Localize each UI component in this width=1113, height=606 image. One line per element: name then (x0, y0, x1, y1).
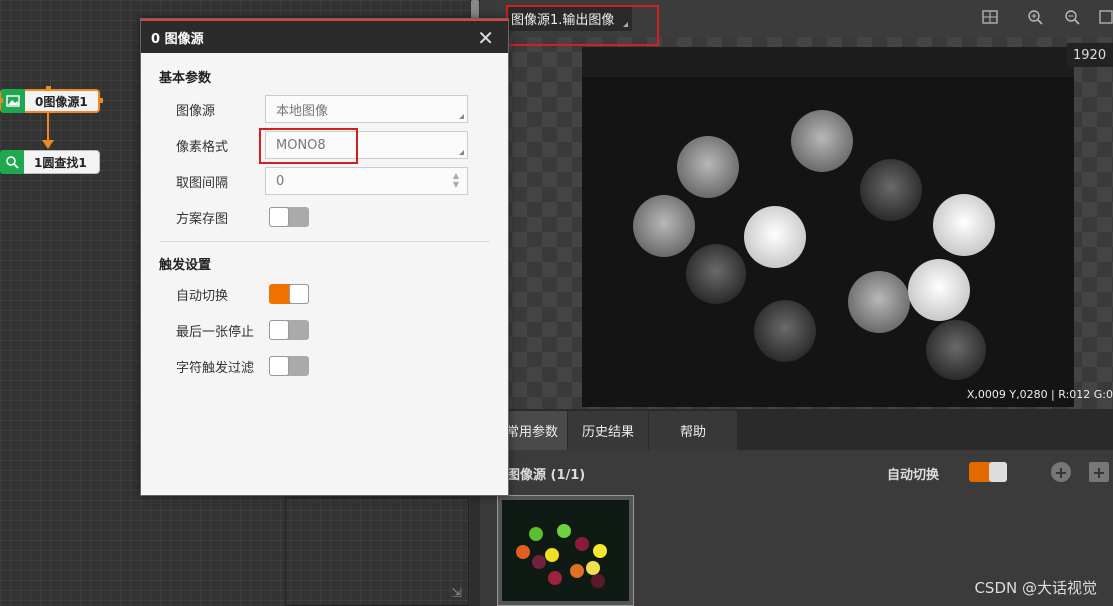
toggle-knob (989, 462, 1007, 482)
pixel-format-value: MONO8 (276, 137, 326, 153)
section-trigger-settings: 触发设置 (159, 258, 212, 273)
thumbnail-image (502, 500, 629, 601)
ball (754, 300, 816, 362)
image-source-value: 本地图像 (276, 103, 329, 119)
flow-node-circle-find[interactable]: 1圆查找1 (0, 150, 100, 174)
interval-label: 取图间隔 (176, 175, 229, 191)
image-viewer: 图像源1.输出图像 1920 X,0009 Y,0280 | R:012 G:0… (497, 0, 1113, 606)
row-save-scheme-image: 方案存图 (141, 199, 508, 235)
pixel-readout: X,0009 Y,0280 | R:012 G:0 (966, 388, 1113, 401)
toggle-knob (269, 356, 289, 376)
resolution-label: 1920 (1067, 43, 1113, 67)
flow-node-image-source[interactable]: 0图像源1 (0, 89, 100, 113)
bottom-tab-bar: 常用参数 历史结果 帮助 (497, 409, 1113, 450)
zoom-out-icon[interactable] (1063, 8, 1081, 26)
row-image-source: 图像源 本地图像 (141, 91, 508, 127)
char-filter-label: 字符触发过滤 (176, 360, 255, 376)
flow-node-label: 1圆查找1 (34, 155, 87, 170)
ball (908, 259, 970, 321)
auto-switch-toggle[interactable] (269, 284, 309, 304)
ball (860, 159, 922, 221)
image-source-select[interactable]: 图像源1.输出图像 (507, 5, 633, 31)
image-source-select[interactable]: 本地图像 (265, 95, 468, 123)
ball (686, 244, 746, 304)
arrow-down-icon (42, 140, 54, 149)
ball (848, 271, 910, 333)
tab-history-results[interactable]: 历史结果 (568, 411, 648, 450)
ball (933, 194, 995, 256)
row-interval: 取图间隔 0 ▲ ▼ (141, 163, 508, 199)
auto-switch-toggle[interactable] (969, 462, 1007, 482)
viewer-toolbar: 图像源1.输出图像 (497, 0, 1113, 37)
flow-node-label: 0图像源1 (35, 94, 88, 109)
close-icon[interactable]: ✕ (477, 26, 494, 50)
dropdown-corner-icon (459, 114, 464, 119)
input-port[interactable] (0, 98, 3, 103)
image-source-label: 图像源 (176, 103, 216, 119)
row-auto-switch: 自动切换 (141, 276, 508, 312)
output-image (582, 47, 1074, 407)
ball (926, 320, 986, 380)
toggle-knob (269, 207, 289, 227)
stop-last-label: 最后一张停止 (176, 324, 255, 340)
interval-spinbox[interactable]: 0 ▲ ▼ (265, 167, 468, 195)
ball (744, 206, 806, 268)
toggle-knob (269, 320, 289, 340)
folder-plus-icon: + (1092, 462, 1106, 482)
dialog-header[interactable]: 0 图像源 ✕ (141, 19, 508, 53)
image-source-select-value: 图像源1.输出图像 (511, 12, 615, 28)
top-port[interactable] (46, 86, 51, 91)
source-count: 图像源 (1/1) (507, 468, 586, 483)
tab-help[interactable]: 帮助 (649, 411, 737, 450)
toggle-knob (289, 284, 309, 304)
image-source-panel: 图像源 (1/1) 自动切换 + + CSDN @大话视觉 (497, 450, 1113, 606)
save-scheme-image-label: 方案存图 (176, 211, 229, 227)
image-thumbnail[interactable] (497, 495, 634, 606)
interval-value: 0 (276, 173, 285, 189)
pixel-format-label: 像素格式 (176, 139, 229, 155)
fit-window-icon[interactable] (981, 8, 999, 26)
divider (159, 241, 490, 242)
stop-last-toggle[interactable] (269, 320, 309, 340)
row-pixel-format: 像素格式 MONO8 (141, 127, 508, 163)
pixel-format-select[interactable]: MONO8 (265, 131, 468, 159)
dropdown-corner-icon (459, 150, 464, 155)
row-char-filter: 字符触发过滤 (141, 348, 508, 384)
output-port[interactable] (98, 98, 103, 103)
row-stop-last: 最后一张停止 (141, 312, 508, 348)
image-source-dialog: 0 图像源 ✕ 基本参数 图像源 本地图像 像素格式 MONO8 取图间隔 0 … (140, 18, 509, 496)
image-icon (1, 89, 25, 113)
spinner-arrows-icon[interactable]: ▲ ▼ (453, 171, 459, 189)
ball (791, 110, 853, 172)
circle-search-icon (0, 150, 24, 174)
dropdown-corner-icon (623, 22, 629, 27)
add-image-button[interactable]: + (1051, 462, 1071, 482)
dialog-title: 0 图像源 (151, 31, 204, 47)
save-scheme-image-toggle[interactable] (269, 207, 309, 227)
ball (633, 195, 695, 257)
char-filter-toggle[interactable] (269, 356, 309, 376)
image-canvas[interactable]: 1920 X,0009 Y,0280 | R:012 G:0 (497, 37, 1113, 409)
section-basic-params: 基本参数 (159, 71, 212, 86)
zoom-in-icon[interactable] (1026, 8, 1044, 26)
actual-size-icon[interactable] (1097, 8, 1113, 26)
auto-switch-label: 自动切换 (176, 288, 229, 304)
watermark: CSDN @大话视觉 (974, 579, 1097, 597)
ball (677, 136, 739, 198)
canvas-minimap[interactable]: ⇲ (285, 497, 469, 606)
flow-connector (47, 113, 49, 143)
resize-icon[interactable]: ⇲ (451, 586, 462, 601)
auto-switch-label: 自动切换 (887, 468, 940, 483)
add-folder-button[interactable]: + (1089, 462, 1109, 482)
plus-icon: + (1054, 462, 1068, 482)
